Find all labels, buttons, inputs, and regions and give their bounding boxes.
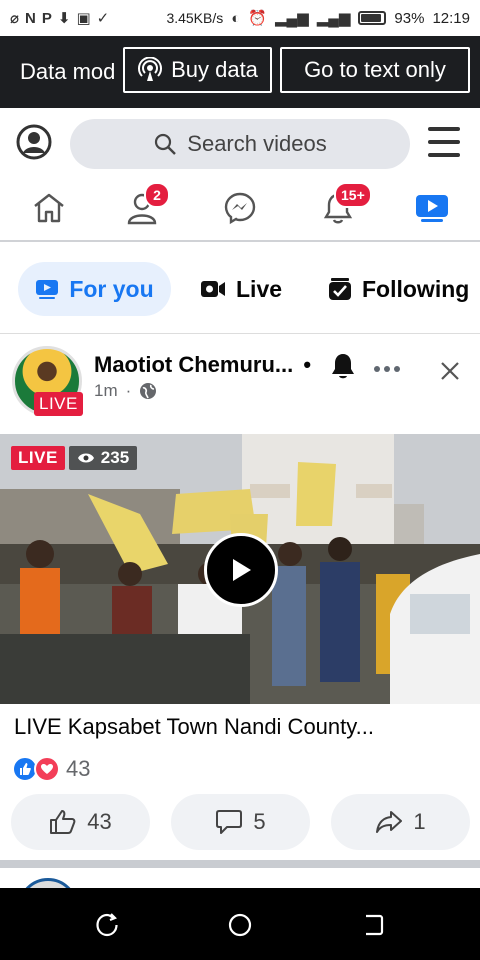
search-placeholder: Search videos — [187, 131, 327, 156]
menu-bar — [428, 153, 460, 157]
search-input[interactable]: Search videos — [70, 119, 410, 169]
author-name[interactable]: Maotiot Chemuru... • — [94, 352, 311, 378]
battery-level — [361, 14, 382, 22]
check-icon: ✓ — [96, 10, 110, 27]
data-mode-label: Data mod — [20, 59, 116, 84]
recent-apps-icon[interactable] — [94, 912, 120, 938]
public-globe-icon — [140, 383, 157, 399]
post-actions: 43 5 1 — [0, 794, 480, 850]
go-to-text-only-button[interactable]: Go to text only — [280, 47, 470, 93]
alarm-icon: ⏰ — [248, 10, 268, 27]
back-icon[interactable] — [360, 912, 386, 938]
thumbs-up-icon — [50, 810, 76, 834]
search-icon — [155, 133, 177, 155]
name-separator: • — [303, 352, 312, 377]
messenger-icon — [224, 192, 256, 225]
buy-data-label: Buy data — [171, 57, 258, 82]
comment-icon — [216, 810, 243, 834]
live-camera-icon — [201, 281, 225, 297]
signal-strength-icon-2: ▂▄▆ — [316, 10, 351, 27]
following-icon — [329, 278, 351, 300]
author-name-text: Maotiot Chemuru... — [94, 352, 294, 377]
tab-for-you[interactable]: For you — [18, 262, 171, 316]
battery-percent: 93% — [394, 9, 425, 27]
eye-icon — [77, 453, 94, 463]
search-header: Search videos — [0, 108, 480, 180]
nav-friends[interactable]: 2 — [120, 182, 170, 230]
home-icon — [34, 193, 64, 223]
video-tabs: For you Live Following — [0, 244, 480, 334]
share-arrow-icon — [376, 811, 403, 833]
reaction-summary[interactable]: 43 — [12, 756, 90, 782]
watch-video-icon — [416, 195, 448, 222]
more-options-icon[interactable] — [374, 366, 400, 372]
nav-notifications[interactable]: 15+ — [314, 182, 372, 230]
p-app-icon: P — [41, 9, 52, 27]
tab-for-you-label: For you — [69, 275, 154, 302]
status-notification-icons: ⌀ N P ⬇ ▣ ✓ — [10, 9, 110, 28]
data-saver-icon: ◐ — [231, 9, 241, 27]
video-live-badge: LIVE — [11, 446, 65, 470]
viewer-count-text: 235 — [100, 448, 130, 467]
data-saver-icon: ⌀ — [10, 10, 20, 27]
post-divider — [0, 860, 480, 868]
close-icon[interactable] — [438, 359, 462, 383]
n-app-icon: N — [25, 9, 36, 27]
tab-following[interactable]: Following — [328, 262, 469, 316]
nav-watch[interactable] — [408, 186, 456, 230]
status-bar: ⌀ N P ⬇ ▣ ✓ 3.45KB/s ◐ ⏰ ▂▄▆ ▂▄▆ 93% 12:… — [0, 0, 480, 36]
system-navigation-bar — [0, 888, 480, 960]
dot — [394, 366, 400, 372]
tab-live[interactable]: Live — [200, 262, 282, 316]
screenshot-icon: ▣ — [76, 10, 91, 27]
post-meta: 1m · — [94, 381, 157, 401]
dot — [384, 366, 390, 372]
menu-bar — [428, 127, 460, 131]
video-badges: LIVE 235 — [11, 446, 138, 470]
tab-following-label: Following — [362, 275, 470, 302]
comment-button[interactable]: 5 — [171, 794, 310, 850]
video-player[interactable]: LIVE 235 — [0, 434, 480, 704]
play-icon — [233, 559, 251, 581]
download-icon: ⬇ — [57, 10, 71, 27]
nav-messenger[interactable] — [216, 186, 264, 230]
menu-bar — [428, 140, 460, 144]
next-post-avatar — [18, 878, 78, 888]
notifications-badge: 15+ — [334, 182, 372, 208]
follow-bell-icon[interactable] — [330, 352, 356, 380]
video-icon — [36, 280, 59, 299]
viewer-count: 235 — [68, 446, 138, 470]
battery-icon — [358, 11, 387, 25]
main-nav: 2 15+ — [0, 180, 480, 242]
love-reaction-icon — [34, 756, 60, 782]
broadcast-icon — [138, 57, 163, 81]
go-to-text-only-label: Go to text only — [304, 57, 446, 82]
nav-home[interactable] — [25, 186, 73, 230]
data-mode-banner: Data mod Buy data Go to text only — [0, 36, 480, 108]
reaction-count: 43 — [66, 756, 91, 781]
menu-icon[interactable] — [428, 127, 460, 157]
network-speed: 3.45KB/s — [166, 10, 224, 26]
author-live-tag: LIVE — [34, 392, 83, 416]
like-button[interactable]: 43 — [11, 794, 150, 850]
tab-live-label: Live — [236, 275, 283, 302]
share-count: 1 — [413, 809, 426, 834]
dot — [374, 366, 380, 372]
share-button[interactable]: 1 — [331, 794, 470, 850]
friends-badge: 2 — [144, 182, 170, 208]
buy-data-button[interactable]: Buy data — [123, 47, 272, 93]
post-time: 1m — [94, 381, 118, 400]
meta-separator: · — [125, 381, 132, 400]
profile-avatar-icon[interactable] — [16, 124, 52, 160]
signal-strength-icon: ▂▄▆ — [275, 10, 309, 27]
clock: 12:19 — [432, 9, 470, 27]
post-title[interactable]: LIVE Kapsabet Town Nandi County... — [14, 714, 434, 740]
home-button-icon[interactable] — [227, 912, 253, 938]
like-count: 43 — [87, 809, 112, 834]
post-header: LIVE Maotiot Chemuru... • 1m · — [0, 334, 480, 434]
next-post-preview — [0, 868, 480, 888]
comment-count: 5 — [253, 809, 266, 834]
play-button[interactable] — [204, 533, 278, 607]
